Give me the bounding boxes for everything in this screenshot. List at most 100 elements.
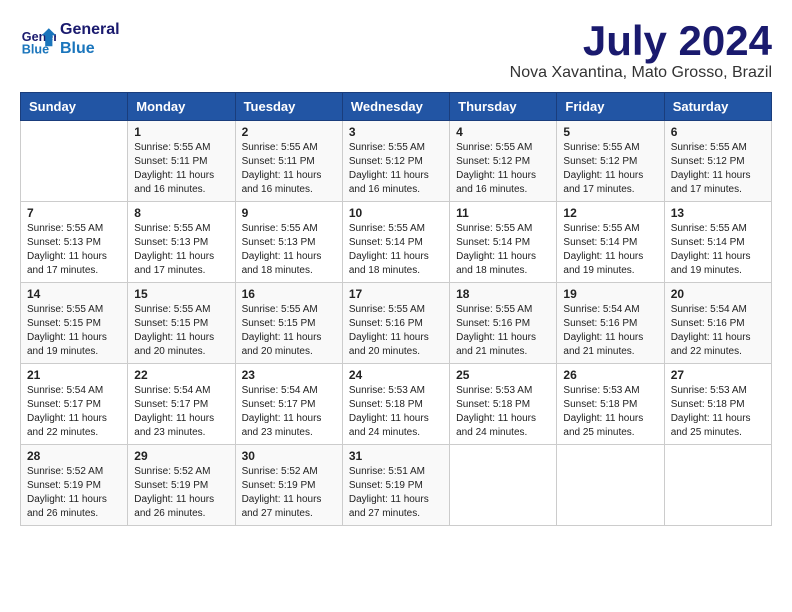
header-cell-saturday: Saturday bbox=[664, 93, 771, 121]
sub-title: Nova Xavantina, Mato Grosso, Brazil bbox=[510, 64, 772, 82]
svg-text:Blue: Blue bbox=[22, 43, 49, 57]
header-cell-monday: Monday bbox=[128, 93, 235, 121]
calendar-cell: 17 Sunrise: 5:55 AM Sunset: 5:16 PM Dayli… bbox=[342, 283, 449, 364]
day-number: 11 bbox=[456, 206, 550, 220]
calendar-cell: 20 Sunrise: 5:54 AM Sunset: 5:16 PM Dayli… bbox=[664, 283, 771, 364]
cell-content: Sunrise: 5:55 AM Sunset: 5:12 PM Dayligh… bbox=[456, 141, 550, 197]
logo-general: General bbox=[60, 20, 120, 39]
day-number: 3 bbox=[349, 125, 443, 139]
cell-content: Sunrise: 5:51 AM Sunset: 5:19 PM Dayligh… bbox=[349, 465, 443, 521]
day-number: 24 bbox=[349, 368, 443, 382]
cell-content: Sunrise: 5:55 AM Sunset: 5:14 PM Dayligh… bbox=[563, 222, 657, 278]
week-row-4: 21Sunrise: 5:54 AM Sunset: 5:17 PM Dayli… bbox=[21, 364, 772, 445]
calendar-cell: 9Sunrise: 5:55 AM Sunset: 5:13 PM Daylig… bbox=[235, 202, 342, 283]
calendar-cell bbox=[450, 445, 557, 526]
day-number: 23 bbox=[242, 368, 336, 382]
cell-content: Sunrise: 5:54 AM Sunset: 5:16 PM Dayligh… bbox=[563, 303, 657, 359]
header-cell-sunday: Sunday bbox=[21, 93, 128, 121]
day-number: 19 bbox=[563, 287, 657, 301]
cell-content: Sunrise: 5:53 AM Sunset: 5:18 PM Dayligh… bbox=[671, 384, 765, 440]
day-number: 27 bbox=[671, 368, 765, 382]
cell-content: Sunrise: 5:55 AM Sunset: 5:11 PM Dayligh… bbox=[134, 141, 228, 197]
cell-content: Sunrise: 5:53 AM Sunset: 5:18 PM Dayligh… bbox=[563, 384, 657, 440]
calendar-cell: 29 Sunrise: 5:52 AM Sunset: 5:19 PM Dayli… bbox=[128, 445, 235, 526]
calendar-cell: 28 Sunrise: 5:52 AM Sunset: 5:19 PM Dayli… bbox=[21, 445, 128, 526]
day-number: 17 bbox=[349, 287, 443, 301]
cell-content: Sunrise: 5:53 AM Sunset: 5:18 PM Dayligh… bbox=[456, 384, 550, 440]
cell-content: Sunrise: 5:55 AM Sunset: 5:15 PM Dayligh… bbox=[242, 303, 336, 359]
day-number: 4 bbox=[456, 125, 550, 139]
cell-content: Sunrise: 5:55 AM Sunset: 5:14 PM Dayligh… bbox=[456, 222, 550, 278]
logo: General Blue General Blue bbox=[20, 20, 120, 58]
calendar-cell: 30 Sunrise: 5:52 AM Sunset: 5:19 PM Dayli… bbox=[235, 445, 342, 526]
day-number: 14 bbox=[27, 287, 121, 301]
calendar-header: SundayMondayTuesdayWednesdayThursdayFrid… bbox=[21, 93, 772, 121]
week-row-2: 7 Sunrise: 5:55 AM Sunset: 5:13 PM Daylig… bbox=[21, 202, 772, 283]
calendar-cell: 6 Sunrise: 5:55 AM Sunset: 5:12 PM Daylig… bbox=[664, 121, 771, 202]
day-number: 29 bbox=[134, 449, 228, 463]
cell-content: Sunrise: 5:55 AM Sunset: 5:13 PM Dayligh… bbox=[134, 222, 228, 278]
day-number: 30 bbox=[242, 449, 336, 463]
day-number: 20 bbox=[671, 287, 765, 301]
cell-content: Sunrise: 5:55 AM Sunset: 5:12 PM Dayligh… bbox=[671, 141, 765, 197]
cell-content: Sunrise: 5:55 AM Sunset: 5:11 PM Dayligh… bbox=[242, 141, 336, 197]
day-number: 22 bbox=[134, 368, 228, 382]
cell-content: Sunrise: 5:54 AM Sunset: 5:17 PM Dayligh… bbox=[242, 384, 336, 440]
calendar-cell: 14 Sunrise: 5:55 AM Sunset: 5:15 PM Dayli… bbox=[21, 283, 128, 364]
cell-content: Sunrise: 5:55 AM Sunset: 5:12 PM Dayligh… bbox=[563, 141, 657, 197]
calendar-cell: 11 Sunrise: 5:55 AM Sunset: 5:14 PM Dayli… bbox=[450, 202, 557, 283]
day-number: 12 bbox=[563, 206, 657, 220]
calendar-cell: 23 Sunrise: 5:54 AM Sunset: 5:17 PM Dayli… bbox=[235, 364, 342, 445]
day-number: 26 bbox=[563, 368, 657, 382]
cell-content: Sunrise: 5:54 AM Sunset: 5:17 PM Dayligh… bbox=[27, 384, 121, 440]
cell-content: Sunrise: 5:54 AM Sunset: 5:17 PM Dayligh… bbox=[134, 384, 228, 440]
calendar-cell: 25 Sunrise: 5:53 AM Sunset: 5:18 PM Dayli… bbox=[450, 364, 557, 445]
week-row-3: 14 Sunrise: 5:55 AM Sunset: 5:15 PM Dayli… bbox=[21, 283, 772, 364]
cell-content: Sunrise: 5:55 AM Sunset: 5:15 PM Dayligh… bbox=[134, 303, 228, 359]
calendar-cell: 22 Sunrise: 5:54 AM Sunset: 5:17 PM Dayli… bbox=[128, 364, 235, 445]
calendar-cell: 1 Sunrise: 5:55 AM Sunset: 5:11 PM Daylig… bbox=[128, 121, 235, 202]
calendar-cell: 27 Sunrise: 5:53 AM Sunset: 5:18 PM Dayli… bbox=[664, 364, 771, 445]
cell-content: Sunrise: 5:52 AM Sunset: 5:19 PM Dayligh… bbox=[134, 465, 228, 521]
header-cell-friday: Friday bbox=[557, 93, 664, 121]
day-number: 7 bbox=[27, 206, 121, 220]
calendar-cell: 18Sunrise: 5:55 AM Sunset: 5:16 PM Dayli… bbox=[450, 283, 557, 364]
cell-content: Sunrise: 5:52 AM Sunset: 5:19 PM Dayligh… bbox=[242, 465, 336, 521]
cell-content: Sunrise: 5:53 AM Sunset: 5:18 PM Dayligh… bbox=[349, 384, 443, 440]
day-number: 28 bbox=[27, 449, 121, 463]
calendar-cell: 8Sunrise: 5:55 AM Sunset: 5:13 PM Daylig… bbox=[128, 202, 235, 283]
calendar-cell: 12 Sunrise: 5:55 AM Sunset: 5:14 PM Dayli… bbox=[557, 202, 664, 283]
header-row: SundayMondayTuesdayWednesdayThursdayFrid… bbox=[21, 93, 772, 121]
day-number: 9 bbox=[242, 206, 336, 220]
day-number: 31 bbox=[349, 449, 443, 463]
day-number: 16 bbox=[242, 287, 336, 301]
day-number: 5 bbox=[563, 125, 657, 139]
calendar-cell: 5 Sunrise: 5:55 AM Sunset: 5:12 PM Daylig… bbox=[557, 121, 664, 202]
cell-content: Sunrise: 5:55 AM Sunset: 5:12 PM Dayligh… bbox=[349, 141, 443, 197]
calendar-cell: 31 Sunrise: 5:51 AM Sunset: 5:19 PM Dayli… bbox=[342, 445, 449, 526]
day-number: 1 bbox=[134, 125, 228, 139]
day-number: 25 bbox=[456, 368, 550, 382]
cell-content: Sunrise: 5:55 AM Sunset: 5:15 PM Dayligh… bbox=[27, 303, 121, 359]
calendar-cell: 24 Sunrise: 5:53 AM Sunset: 5:18 PM Dayli… bbox=[342, 364, 449, 445]
calendar-cell bbox=[664, 445, 771, 526]
calendar-cell: 26 Sunrise: 5:53 AM Sunset: 5:18 PM Dayli… bbox=[557, 364, 664, 445]
day-number: 2 bbox=[242, 125, 336, 139]
main-title: July 2024 bbox=[510, 20, 772, 62]
week-row-1: 1 Sunrise: 5:55 AM Sunset: 5:11 PM Daylig… bbox=[21, 121, 772, 202]
logo-icon: General Blue bbox=[20, 21, 56, 57]
cell-content: Sunrise: 5:55 AM Sunset: 5:14 PM Dayligh… bbox=[349, 222, 443, 278]
cell-content: Sunrise: 5:52 AM Sunset: 5:19 PM Dayligh… bbox=[27, 465, 121, 521]
page-header: General Blue General Blue July 2024 Nova… bbox=[20, 20, 772, 82]
cell-content: Sunrise: 5:55 AM Sunset: 5:16 PM Dayligh… bbox=[349, 303, 443, 359]
header-cell-wednesday: Wednesday bbox=[342, 93, 449, 121]
cell-content: Sunrise: 5:54 AM Sunset: 5:16 PM Dayligh… bbox=[671, 303, 765, 359]
calendar-cell: 7Sunrise: 5:55 AM Sunset: 5:13 PM Daylig… bbox=[21, 202, 128, 283]
calendar-table: SundayMondayTuesdayWednesdayThursdayFrid… bbox=[20, 92, 772, 526]
day-number: 15 bbox=[134, 287, 228, 301]
calendar-cell: 15 Sunrise: 5:55 AM Sunset: 5:15 PM Dayli… bbox=[128, 283, 235, 364]
calendar-cell: 21Sunrise: 5:54 AM Sunset: 5:17 PM Dayli… bbox=[21, 364, 128, 445]
day-number: 6 bbox=[671, 125, 765, 139]
header-cell-thursday: Thursday bbox=[450, 93, 557, 121]
calendar-cell bbox=[21, 121, 128, 202]
